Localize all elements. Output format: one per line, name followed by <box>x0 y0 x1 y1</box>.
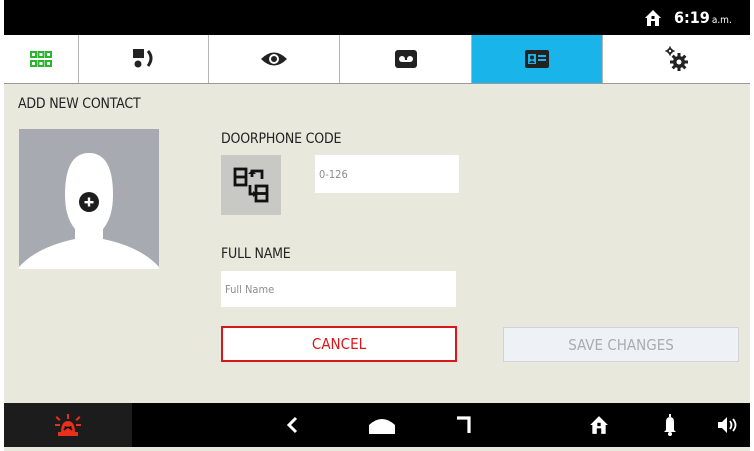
screen: 6:19 a.m. ADD NEW CONTACT DOORPHONE CODE… <box>4 0 750 451</box>
tab-contacts[interactable] <box>472 35 603 83</box>
bottom-bar <box>4 403 750 447</box>
time-value: 6:19 <box>674 8 710 27</box>
doorphone-code-input[interactable] <box>315 155 459 193</box>
tab-messages[interactable] <box>340 35 472 83</box>
bell-icon <box>664 414 676 436</box>
alarm-button[interactable] <box>4 403 132 447</box>
add-contact-avatar-icon <box>19 153 159 269</box>
eye-icon <box>261 52 287 66</box>
recent-apps-button[interactable] <box>444 403 484 447</box>
contact-card-icon <box>525 50 549 68</box>
back-icon <box>286 416 298 434</box>
grid-icon <box>30 51 52 67</box>
tab-apps[interactable] <box>4 35 79 83</box>
status-bar: 6:19 a.m. <box>4 0 750 35</box>
bell-button[interactable] <box>650 403 690 447</box>
alarm-icon <box>55 414 81 436</box>
save-button-label: SAVE CHANGES <box>568 335 674 354</box>
page-title: ADD NEW CONTACT <box>18 96 141 112</box>
home-shortcut-button[interactable] <box>579 403 619 447</box>
code-transfer-icon <box>233 167 269 203</box>
tab-settings[interactable] <box>603 35 750 83</box>
home-icon <box>590 416 608 434</box>
back-button[interactable] <box>272 403 312 447</box>
home-icon <box>645 10 661 26</box>
recent-apps-icon <box>457 416 471 433</box>
settings-gears-icon <box>665 46 688 71</box>
intercom-call-icon <box>132 49 152 68</box>
voicemail-icon <box>394 50 417 68</box>
bottom-edge <box>4 447 750 451</box>
code-picker-button[interactable] <box>221 155 281 215</box>
doorphone-code-label: DOORPHONE CODE <box>221 131 342 147</box>
full-name-input[interactable] <box>221 271 456 307</box>
tab-bar <box>4 35 750 84</box>
contact-avatar[interactable] <box>19 129 159 269</box>
cancel-button-label: CANCEL <box>311 335 367 353</box>
cancel-button[interactable]: CANCEL <box>221 326 457 362</box>
volume-icon <box>718 417 737 433</box>
home-nav-button[interactable] <box>360 403 404 447</box>
home-nav-icon <box>369 419 395 434</box>
save-changes-button[interactable]: SAVE CHANGES <box>503 327 739 362</box>
status-time: 6:19 a.m. <box>674 8 732 27</box>
full-name-label: FULL NAME <box>221 246 291 262</box>
tab-intercom[interactable] <box>79 35 209 83</box>
volume-button[interactable] <box>709 403 749 447</box>
time-meridiem: a.m. <box>711 15 732 26</box>
tab-camera[interactable] <box>209 35 340 83</box>
